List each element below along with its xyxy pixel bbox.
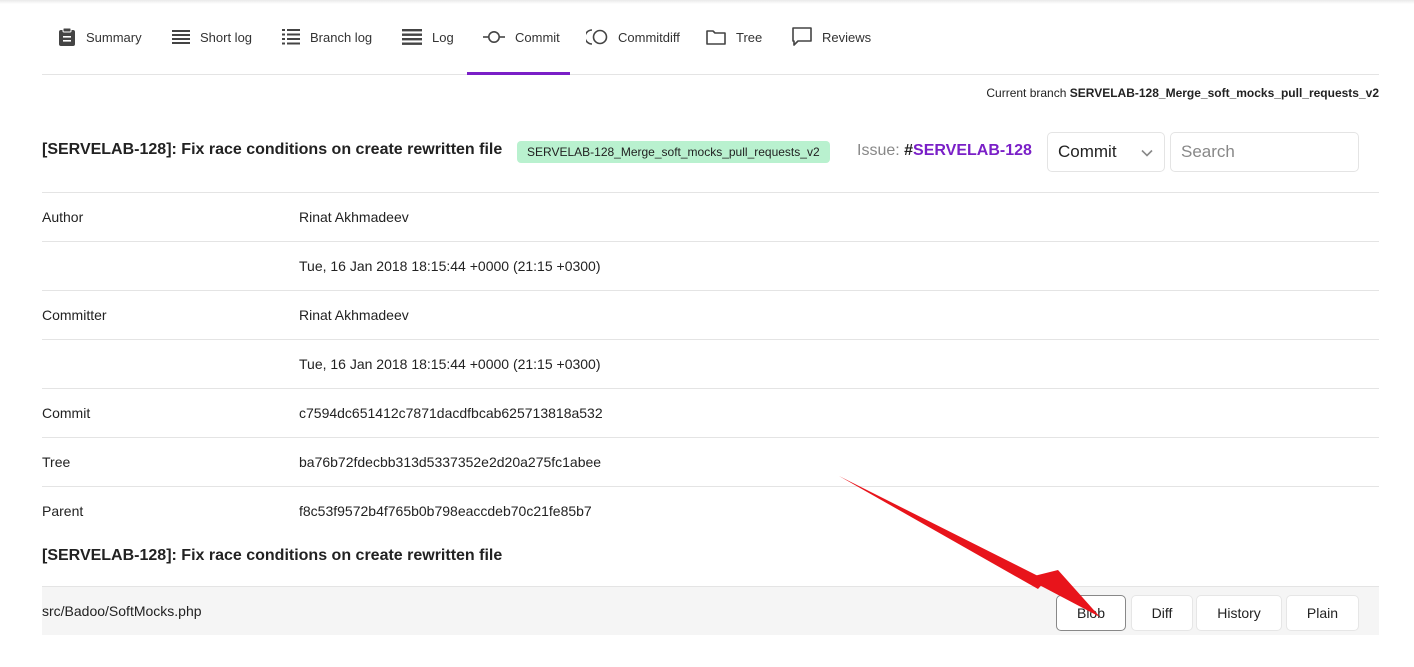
info-row-tree: Tree ba76b72fdecbb313d5337352e2d20a275fc… [42,438,1379,487]
tab-commit[interactable]: Commit [467,0,570,75]
search-input[interactable] [1170,132,1359,172]
nav-tabs: Summary Short log Branch log Log Commit [42,0,1379,75]
tab-label: Commitdiff [618,29,680,45]
issue-label: Issue: [857,142,900,159]
info-row-parent: Parent f8c53f9572b4f765b0b798eaccdeb70c2… [42,487,1379,535]
issue-link[interactable]: SERVELAB-128 [913,142,1032,159]
tab-short-log[interactable]: Short log [156,0,268,74]
issue-hash: # [904,142,914,159]
chevron-down-icon [1141,149,1153,157]
branch-log-icon [282,29,300,45]
blob-button[interactable]: Blob [1056,595,1126,631]
tab-commitdiff[interactable]: Commitdiff [570,0,696,74]
tab-label: Short log [200,29,253,45]
current-branch-name[interactable]: SERVELAB-128_Merge_soft_mocks_pull_reque… [1070,86,1379,100]
parent-hash[interactable]: f8c53f9572b4f765b0b798eaccdeb70c21fe85b7 [299,503,592,519]
speech-bubble-icon [792,27,812,46]
info-row-author-date: Tue, 16 Jan 2018 18:15:44 +0000 (21:15 +… [42,242,1379,291]
log-icon [402,29,422,45]
info-key: Commit [42,405,91,421]
info-row-committer: Committer Rinat Akhmadeev [42,291,1379,340]
tree-hash[interactable]: ba76b72fdecbb313d5337352e2d20a275fc1abee [299,454,601,470]
search-type-value: Commit [1058,142,1117,161]
committer-name[interactable]: Rinat Akhmadeev [299,307,409,323]
tab-reviews[interactable]: Reviews [776,0,887,74]
search-type-select[interactable]: Commit [1047,132,1165,172]
tab-label: Branch log [310,29,373,45]
tab-label: Reviews [822,29,872,45]
branch-badge[interactable]: SERVELAB-128_Merge_soft_mocks_pull_reque… [517,141,830,163]
history-button[interactable]: History [1196,595,1282,631]
file-row: src/Badoo/SoftMocks.php Blob Diff Histor… [42,586,1379,635]
folder-icon [706,30,726,45]
tab-tree[interactable]: Tree [690,0,778,74]
info-row-committer-date: Tue, 16 Jan 2018 18:15:44 +0000 (21:15 +… [42,340,1379,389]
tab-label: Summary [86,29,142,45]
info-row-author: Author Rinat Akhmadeev [42,193,1379,242]
info-key: Parent [42,503,84,519]
author-name[interactable]: Rinat Akhmadeev [299,209,409,225]
tab-branch-log[interactable]: Branch log [266,0,388,74]
plain-button[interactable]: Plain [1286,595,1359,631]
issue-link-group: Issue: #SERVELAB-128 [857,142,1032,160]
info-key: Tree [42,454,71,470]
tab-log[interactable]: Log [386,0,470,74]
committer-date: Tue, 16 Jan 2018 18:15:44 +0000 (21:15 +… [299,356,601,372]
commitdiff-icon [586,29,608,45]
info-key: Author [42,209,84,225]
tab-label: Commit [515,29,560,45]
author-date: Tue, 16 Jan 2018 18:15:44 +0000 (21:15 +… [299,258,601,274]
tab-label: Tree [736,29,763,45]
info-key: Committer [42,307,107,323]
short-log-icon [172,30,190,44]
current-branch-label: Current branch [986,86,1067,100]
commit-hash[interactable]: c7594dc651412c7871dacdfbcab625713818a532 [299,405,603,421]
tab-summary[interactable]: Summary [42,0,158,74]
info-row-commit: Commit c7594dc651412c7871dacdfbcab625713… [42,389,1379,438]
commit-message: [SERVELAB-128]: Fix race conditions on c… [42,547,503,564]
diff-button[interactable]: Diff [1131,595,1193,631]
tab-label: Log [432,29,454,45]
commit-icon [483,31,505,43]
commit-title: [SERVELAB-128]: Fix race conditions on c… [42,141,503,158]
current-branch: Current branch SERVELAB-128_Merge_soft_m… [986,86,1379,100]
commit-info-table: Author Rinat Akhmadeev Tue, 16 Jan 2018 … [42,192,1379,535]
file-path-link[interactable]: src/Badoo/SoftMocks.php [42,603,202,619]
clipboard-icon [59,27,75,46]
